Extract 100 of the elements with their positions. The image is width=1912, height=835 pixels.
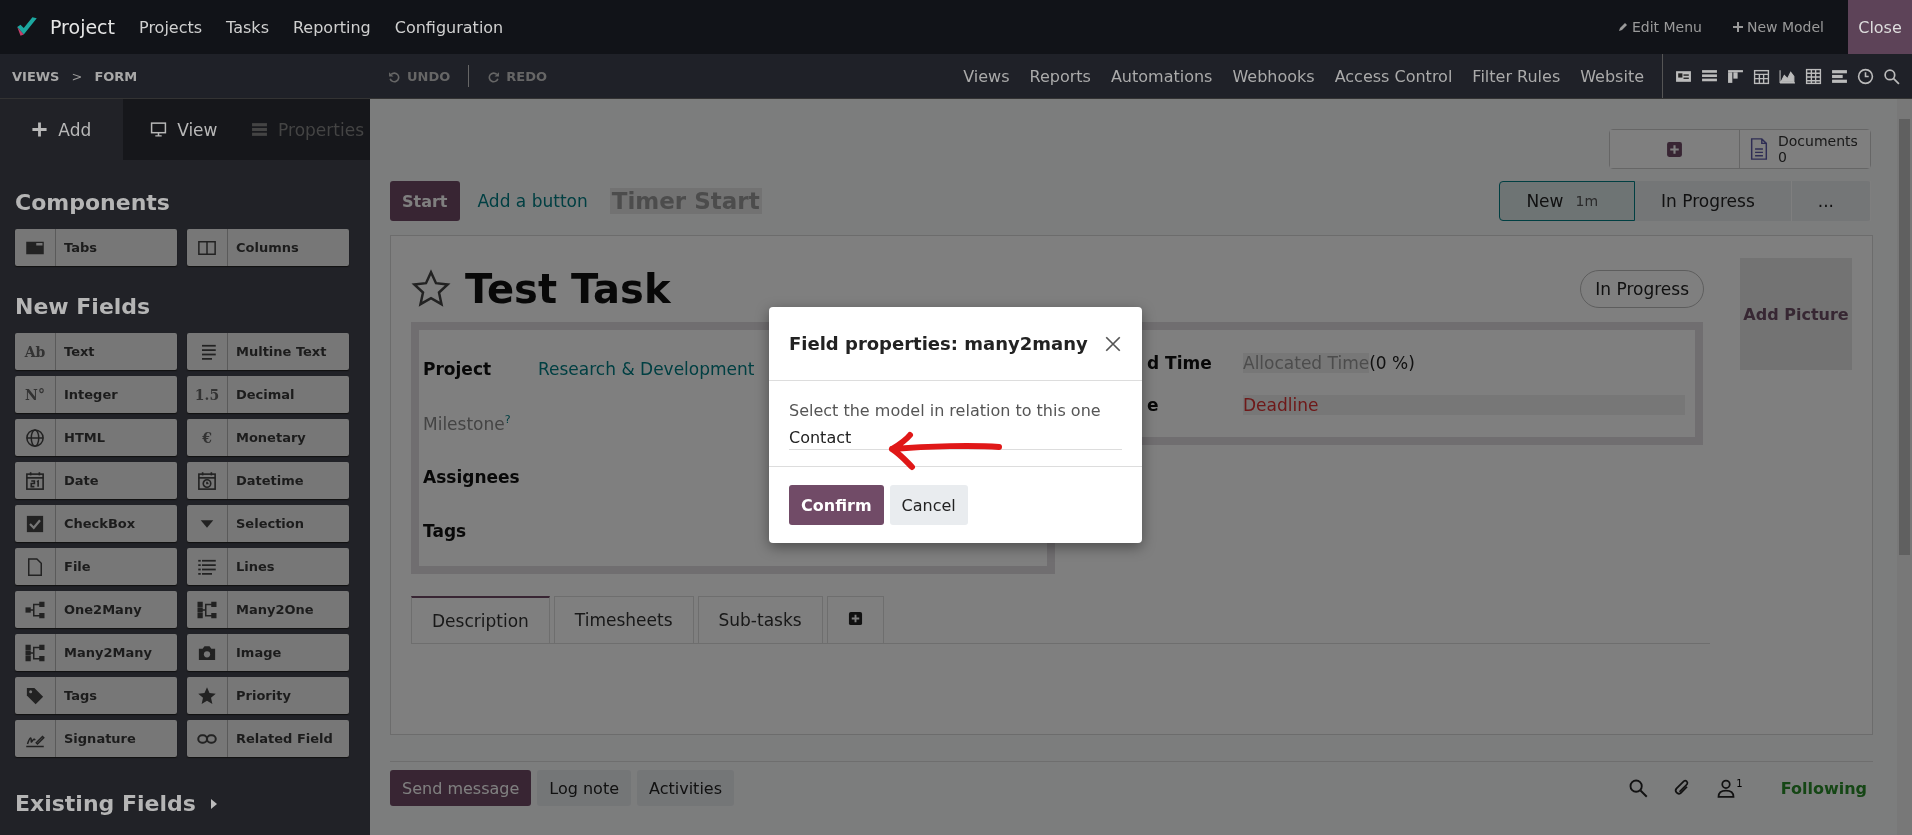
field-label: e <box>1147 395 1160 415</box>
studio-nav-link[interactable]: Website <box>1580 66 1644 86</box>
add-smart-button[interactable] <box>1610 130 1740 168</box>
monitor-icon <box>150 121 168 138</box>
field-type-icon: N° <box>25 386 45 403</box>
field-type-icon: 1.5 <box>194 386 220 403</box>
field-label: d Time <box>1147 353 1213 373</box>
search-icon[interactable] <box>1628 778 1649 798</box>
form-tab[interactable]: Timesheets <box>553 596 694 643</box>
field-label: Assignees <box>422 467 521 487</box>
kanban-icon[interactable] <box>1727 67 1744 85</box>
form-tab[interactable]: Description <box>411 596 550 643</box>
relation-icon <box>197 599 217 620</box>
calendar-icon[interactable] <box>1753 67 1770 85</box>
field-type-icon: € <box>202 429 212 446</box>
menu-item[interactable]: Tasks <box>226 17 269 37</box>
stage-button[interactable]: ... <box>1791 181 1871 221</box>
add-button-link[interactable]: Add a button <box>477 191 588 211</box>
chatter-button[interactable]: Send message <box>390 770 532 806</box>
new-model-button[interactable]: New Model <box>1731 19 1824 35</box>
following-button[interactable]: Following <box>1774 777 1873 799</box>
field-type-item[interactable]: Datetime <box>187 462 349 499</box>
confirm-button[interactable]: Confirm <box>789 485 884 525</box>
studio-nav-link[interactable]: Reports <box>1029 66 1091 86</box>
close-button[interactable]: Close <box>1848 0 1912 54</box>
redo-button[interactable]: REDO <box>481 67 553 85</box>
section-heading: New Fields <box>15 294 152 319</box>
field-type-item[interactable]: Ab Text <box>15 333 177 370</box>
add-tab-button[interactable] <box>826 596 884 643</box>
breadcrumb-current: FORM <box>94 68 138 84</box>
studio-nav-link[interactable]: Views <box>963 66 1010 86</box>
scrollbar[interactable] <box>1897 99 1912 835</box>
menu-item[interactable]: Reporting <box>292 17 371 37</box>
search-icon[interactable] <box>1883 67 1900 85</box>
redo-icon <box>487 69 501 83</box>
field-type-item[interactable]: Image <box>187 634 349 671</box>
dialog-prompt: Select the model in relation to this one <box>789 401 1102 420</box>
start-button[interactable]: Start <box>390 181 460 221</box>
field-type-item[interactable]: Tags <box>15 677 177 714</box>
studio-nav-link[interactable]: Filter Rules <box>1472 66 1561 86</box>
follower-count: 1 <box>1736 778 1743 789</box>
section-heading[interactable]: Existing Fields <box>15 791 196 816</box>
field-type-item[interactable]: Many2One <box>187 591 349 628</box>
component-item[interactable]: Tabs <box>15 229 177 266</box>
plus-icon <box>847 611 863 626</box>
undo-icon <box>388 69 401 83</box>
stage-button[interactable]: In Progress <box>1635 181 1792 221</box>
app-name[interactable]: Project <box>50 16 115 38</box>
field-type-item[interactable]: Signature <box>15 720 177 757</box>
field-type-item[interactable]: One2Many <box>15 591 177 628</box>
add-picture-placeholder[interactable]: Add Picture <box>1740 258 1852 370</box>
field-type-item[interactable]: 1.5 Decimal <box>187 376 349 413</box>
document-icon <box>1750 137 1768 161</box>
close-icon[interactable] <box>1104 334 1122 353</box>
stage-button[interactable]: New 1m <box>1499 181 1636 221</box>
sidebar-tab[interactable]: View <box>122 99 246 160</box>
menu-item[interactable]: Configuration <box>394 17 504 37</box>
field-type-item[interactable]: Date <box>15 462 177 499</box>
menu-item[interactable]: Projects <box>139 17 203 37</box>
field-type-item[interactable]: CheckBox <box>15 505 177 542</box>
field-type-item[interactable]: Selection <box>187 505 349 542</box>
globe-icon <box>25 427 45 448</box>
field-type-item[interactable]: File <box>15 548 177 585</box>
edit-menu-button[interactable]: Edit Menu <box>1616 19 1702 35</box>
deadline-field[interactable]: Deadline <box>1243 395 1685 415</box>
form-tab[interactable]: Sub-tasks <box>697 596 823 643</box>
clock-icon[interactable] <box>1857 67 1874 85</box>
area-chart-icon[interactable] <box>1779 67 1796 85</box>
breadcrumb-link[interactable]: VIEWS <box>12 68 60 84</box>
field-type-item[interactable]: Priority <box>187 677 349 714</box>
plus-icon <box>1731 21 1744 33</box>
table-icon[interactable] <box>1805 67 1822 85</box>
field-type-item[interactable]: € Monetary <box>187 419 349 456</box>
cancel-button[interactable]: Cancel <box>889 485 968 525</box>
person-icon[interactable] <box>1716 778 1737 798</box>
pencil-icon <box>1616 21 1629 33</box>
calendar-clock-icon <box>197 470 217 491</box>
field-type-item[interactable]: Many2Many <box>15 634 177 671</box>
undo-button[interactable]: UNDO <box>382 67 457 85</box>
field-type-item[interactable]: Multine Text <box>187 333 349 370</box>
component-item[interactable]: Columns <box>187 229 349 266</box>
field-type-item[interactable]: HTML <box>15 419 177 456</box>
studio-nav-link[interactable]: Automations <box>1110 66 1213 86</box>
field-label: Tags <box>422 521 468 541</box>
star-icon <box>197 685 217 706</box>
task-title[interactable]: Test Task <box>465 266 671 312</box>
star-icon[interactable] <box>411 269 451 309</box>
field-type-item[interactable]: Related Field <box>187 720 349 757</box>
field-type-item[interactable]: Lines <box>187 548 349 585</box>
caret-icon[interactable] <box>209 796 218 811</box>
studio-nav-link[interactable]: Access Control <box>1334 66 1453 86</box>
studio-nav-link[interactable]: Webhooks <box>1232 66 1315 86</box>
plus-icon <box>1666 140 1683 158</box>
gantt-icon[interactable] <box>1831 67 1848 85</box>
checkbox-icon <box>25 513 45 534</box>
chatter-button[interactable]: Activities <box>637 770 734 806</box>
chatter-button[interactable]: Log note <box>537 770 631 806</box>
field-type-item[interactable]: N° Integer <box>15 376 177 413</box>
project-link[interactable]: Research & Development <box>538 359 755 379</box>
breadcrumb-separator: > <box>71 68 83 84</box>
